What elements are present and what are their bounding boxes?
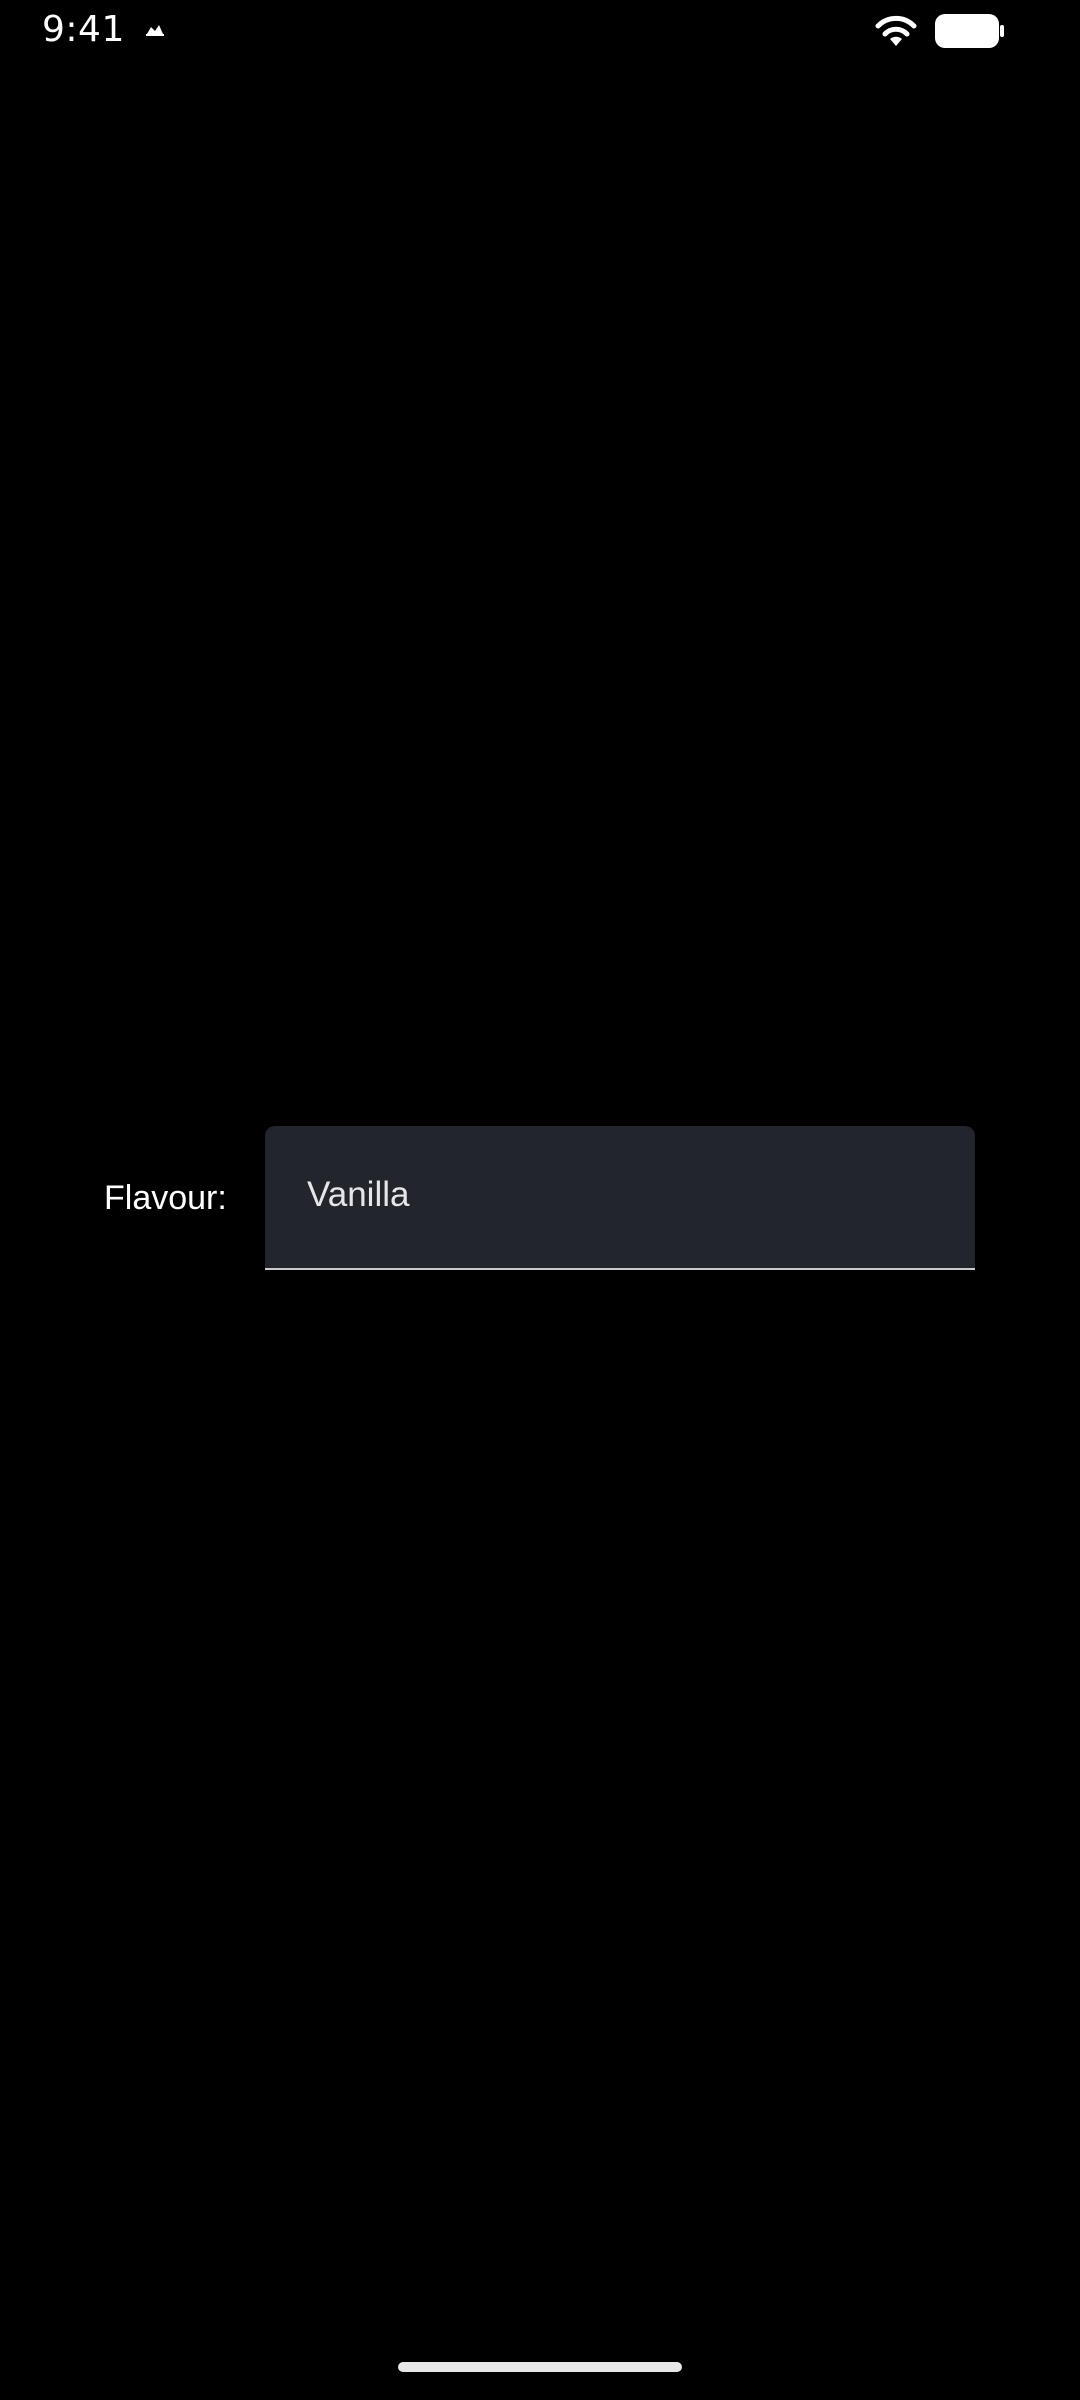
battery-icon — [935, 14, 1004, 48]
status-time: 9:41 — [42, 9, 125, 50]
status-bar: 9:41 — [0, 0, 1080, 64]
flavour-field-value: Vanilla — [307, 1175, 410, 1214]
home-indicator[interactable] — [398, 2362, 682, 2372]
flavour-row: Flavour: Vanilla — [0, 1126, 1080, 1272]
flavour-label: Flavour: — [104, 1179, 227, 1217]
notification-icon — [146, 25, 164, 36]
flavour-field[interactable]: Vanilla — [265, 1126, 975, 1270]
wifi-icon — [875, 15, 917, 46]
